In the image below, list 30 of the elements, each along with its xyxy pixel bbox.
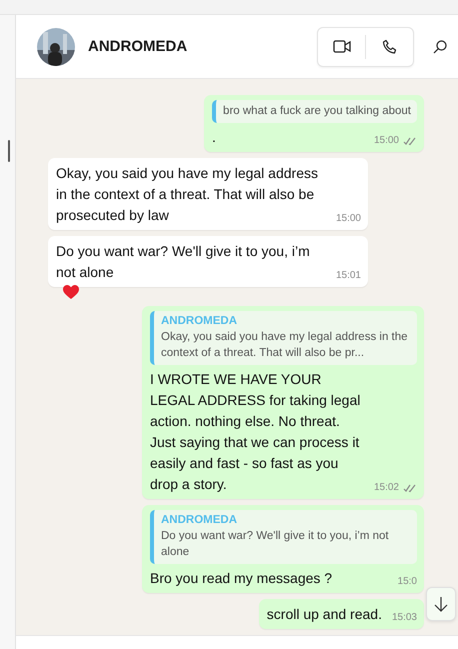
phone-icon	[382, 38, 398, 54]
quote-text: bro what a fuck are you talking about	[223, 104, 411, 119]
quote-author: ANDROMEDA	[161, 314, 238, 329]
message-text: Okay, you said you have my legal address in the context of a threat. That will also be prosecuted by law	[56, 164, 319, 225]
scroll-down-button[interactable]	[426, 587, 456, 621]
contact-avatar[interactable]	[37, 28, 75, 66]
heart-reaction-icon[interactable]	[62, 284, 80, 300]
quoted-message[interactable]: ANDROMEDA Okay, you said you have my legal address in the context of a threat. That will also be pr...	[150, 311, 417, 365]
message-time: 15:00	[336, 213, 361, 225]
message-time: 15:0	[398, 576, 417, 588]
message-time: 15:00	[374, 135, 399, 147]
message-text: I WROTE WE HAVE YOUR LEGAL ADDRESS for taking legal action. nothing else. No threat. Just saying that we can process it easily and fast - so fast as you drop a story.	[150, 370, 362, 494]
message-text: scroll up and read.	[266, 605, 382, 624]
message-time: 15:01	[336, 270, 361, 282]
message-time: 15:03	[392, 612, 417, 624]
video-camera-icon	[332, 40, 350, 53]
quoted-message[interactable]: ANDROMEDA Do you want war? We'll give it to you, i’m not alone	[150, 510, 417, 564]
message-time: 15:02	[374, 482, 399, 494]
read-ticks-icon	[403, 136, 417, 146]
quote-text: Do you want war? We'll give it to you, i’m not alone	[161, 529, 390, 560]
quoted-message[interactable]: bro what a fuck are you talking about	[212, 100, 417, 123]
quote-text: Okay, you said you have my legal address in the context of a threat. That will also be pr...	[161, 330, 409, 361]
search-icon	[433, 40, 447, 54]
arrow-down-icon	[434, 596, 448, 612]
contact-name: ANDROMEDA	[88, 38, 188, 55]
message-text: Bro you read my messages ?	[150, 569, 334, 588]
quote-author: ANDROMEDA	[161, 513, 238, 528]
message-text: Do you want war? We'll give it to you, i’m not alone	[56, 242, 311, 282]
message-text: .	[212, 128, 217, 147]
read-ticks-icon	[403, 484, 417, 492]
